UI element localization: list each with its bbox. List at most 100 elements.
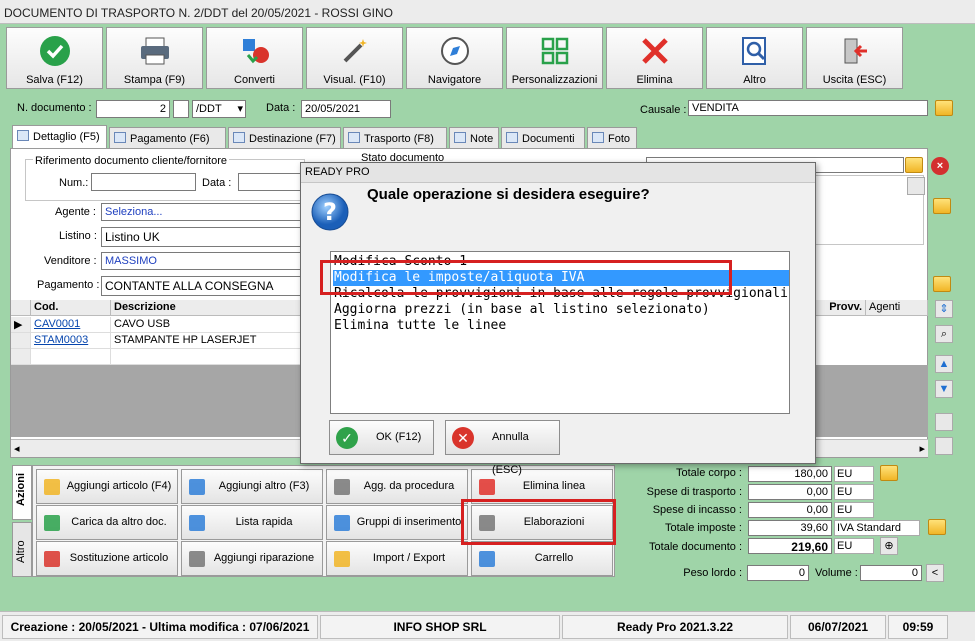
volume-button[interactable]: <: [926, 564, 944, 582]
agente-select[interactable]: Seleziona...: [101, 203, 301, 221]
tab-label: Dettaglio (F5): [33, 131, 100, 143]
row-cod-link[interactable]: STAM0003: [34, 334, 88, 346]
magic-wand-icon: [307, 34, 402, 68]
action-icon: [186, 548, 208, 570]
window-title: DOCUMENTO DI TRASPORTO N. 2/DDT del 20/0…: [0, 0, 975, 24]
tab-2[interactable]: Pagamento (F6): [109, 127, 226, 149]
weight-value[interactable]: 0: [747, 565, 809, 581]
customer-folder-icon[interactable]: [905, 157, 923, 173]
total-body-folder-icon[interactable]: [880, 465, 898, 481]
toolbar-button-1[interactable]: Salva (F12): [6, 27, 103, 89]
cancel-button[interactable]: ✕ Annulla (ESC): [445, 420, 560, 476]
grid-header-agenti[interactable]: Agenti: [866, 300, 928, 316]
rif-date-input[interactable]: [238, 173, 302, 191]
action-button-3[interactable]: Agg. da procedura: [326, 469, 468, 504]
payment-folder-icon[interactable]: [933, 276, 951, 292]
doc-total-unit: EU: [834, 538, 874, 554]
operation-option[interactable]: Elimina tutte le linee: [333, 318, 789, 334]
toolbar-button-2[interactable]: Stampa (F9): [106, 27, 203, 89]
compass-icon: [407, 34, 502, 68]
side-tab-altro[interactable]: Altro: [12, 522, 32, 577]
grid-header-cod[interactable]: Cod.: [31, 300, 111, 316]
toolbar-button-3[interactable]: Converti: [206, 27, 303, 89]
rif-num-input[interactable]: [91, 173, 196, 191]
status-date: 06/07/2021: [790, 615, 886, 639]
clear-customer-icon[interactable]: ×: [931, 157, 949, 175]
status-time: 09:59: [888, 615, 948, 639]
table-row-empty[interactable]: [31, 349, 111, 365]
toolbar-button-6[interactable]: Personalizzazioni: [506, 27, 603, 89]
action-button-12[interactable]: Carrello: [471, 541, 613, 576]
ok-label: OK (F12): [376, 431, 422, 443]
action-button-5[interactable]: Carica da altro doc.: [36, 505, 178, 540]
ndoc-suffix-input[interactable]: [173, 100, 189, 118]
scroll-right-icon[interactable]: ▸: [919, 442, 925, 455]
status-company: INFO SHOP SRL: [320, 615, 560, 639]
taxes-unit: IVA Standard: [834, 520, 920, 536]
table-row-desc[interactable]: CAVO USB: [111, 317, 301, 333]
table-row-desc[interactable]: STAMPANTE HP LASERJET: [111, 333, 301, 349]
action-button-11[interactable]: Import / Export: [326, 541, 468, 576]
action-button-6[interactable]: Lista rapida: [181, 505, 323, 540]
tab-7[interactable]: Foto: [587, 127, 637, 149]
action-button-7[interactable]: Gruppi di inserimento: [326, 505, 468, 540]
volume-value[interactable]: 0: [860, 565, 922, 581]
action-button-1[interactable]: Aggiungi articolo (F4): [36, 469, 178, 504]
toolbar-button-7[interactable]: Elimina: [606, 27, 703, 89]
series-select[interactable]: /DDT ▾: [192, 100, 246, 118]
zoom-icon[interactable]: ⌕: [935, 325, 953, 343]
close-icon: ✕: [452, 427, 474, 449]
customer-search-icon[interactable]: [907, 177, 925, 195]
zoom-in-icon[interactable]: ⊕: [880, 537, 898, 555]
address-folder-icon[interactable]: [933, 198, 951, 214]
action-button-10[interactable]: Aggiungi riparazione: [181, 541, 323, 576]
sort-icon[interactable]: ⇕: [935, 300, 953, 318]
toolbar-button-4[interactable]: Visual. (F10): [306, 27, 403, 89]
tab-3[interactable]: Destinazione (F7): [228, 127, 341, 149]
tab-6[interactable]: Documenti: [501, 127, 585, 149]
table-row-empty[interactable]: [111, 349, 301, 365]
transport-value[interactable]: 0,00: [748, 484, 832, 500]
action-label: Aggiungi riparazione: [213, 552, 315, 564]
toolbar-button-label: Navigatore: [427, 74, 482, 86]
collection-value[interactable]: 0,00: [748, 502, 832, 518]
row-cod-link[interactable]: CAV0001: [34, 318, 80, 330]
move-up-icon[interactable]: ▲: [935, 355, 953, 373]
toolbar-button-9[interactable]: Uscita (ESC): [806, 27, 903, 89]
toolbar-button-5[interactable]: Navigatore: [406, 27, 503, 89]
causale-input[interactable]: VENDITA: [688, 100, 928, 116]
causale-folder-icon[interactable]: [935, 100, 953, 116]
causale-label: Causale :: [640, 104, 687, 116]
operation-option[interactable]: Aggiorna prezzi (in base al listino sele…: [333, 302, 789, 318]
table-row-cod[interactable]: STAM0003: [31, 333, 111, 349]
copy-icon[interactable]: [935, 413, 953, 431]
venditore-select[interactable]: MASSIMO: [101, 252, 301, 270]
venditore-label: Venditore :: [44, 255, 97, 267]
delete-icon: [607, 34, 702, 68]
scroll-left-icon[interactable]: ◂: [14, 442, 20, 455]
tab-5[interactable]: Note: [449, 127, 499, 149]
ok-button[interactable]: ✓ OK (F12): [329, 420, 434, 455]
table-row-cod[interactable]: CAV0001: [31, 317, 111, 333]
toolbar-button-label: Uscita (ESC): [822, 74, 887, 86]
check-icon: ✓: [336, 427, 358, 449]
listino-select[interactable]: Listino UK: [101, 227, 301, 247]
action-label: Carrello: [534, 552, 574, 564]
ndoc-input[interactable]: 2: [96, 100, 170, 118]
move-down-icon[interactable]: ▼: [935, 380, 953, 398]
date-input[interactable]: 20/05/2021: [301, 100, 391, 118]
tab-icon: [114, 132, 126, 143]
action-icon: [41, 512, 63, 534]
action-button-2[interactable]: Aggiungi altro (F3): [181, 469, 323, 504]
side-tab-azioni[interactable]: Azioni: [12, 465, 32, 520]
pagamento-select[interactable]: CONTANTE ALLA CONSEGNA: [101, 276, 301, 296]
tab-1[interactable]: Dettaglio (F5): [12, 125, 107, 149]
action-button-9[interactable]: Sostituzione articolo: [36, 541, 178, 576]
total-body-unit: EU: [834, 466, 874, 482]
toolbar-button-8[interactable]: Altro: [706, 27, 803, 89]
refresh-icon[interactable]: [935, 437, 953, 455]
check-icon: [7, 34, 102, 68]
tab-4[interactable]: Trasporto (F8): [343, 127, 447, 149]
taxes-folder-icon[interactable]: [928, 519, 946, 535]
grid-header-desc[interactable]: Descrizione: [111, 300, 301, 316]
